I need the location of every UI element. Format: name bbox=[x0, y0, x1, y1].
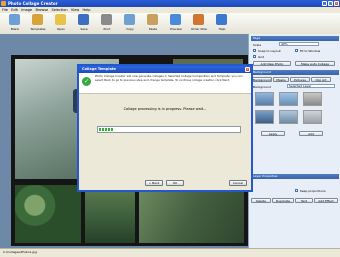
paste-button[interactable]: Paste bbox=[142, 14, 164, 33]
dialog-header: ✓ Photo Collage Creator will now generat… bbox=[79, 73, 251, 94]
background-header: Background bbox=[251, 70, 339, 75]
proportions-label: Keep proportions bbox=[300, 189, 326, 193]
tab-pictures[interactable]: Pictures bbox=[290, 77, 310, 82]
scale-label: Scale bbox=[253, 43, 262, 47]
paste-icon bbox=[147, 14, 158, 25]
grid-checkbox[interactable] bbox=[253, 55, 256, 58]
checkmark-icon: ✓ bbox=[82, 77, 91, 86]
progress-fill bbox=[99, 128, 113, 131]
properties-panel: Page Scale 40% Snap to Layout Fit to Win… bbox=[248, 34, 340, 248]
blank-button[interactable]: Blank bbox=[4, 14, 26, 33]
collage-photo-garden[interactable] bbox=[139, 185, 244, 243]
fit-label: Fit to Window bbox=[300, 49, 321, 53]
duplicate-button[interactable]: Duplicate bbox=[272, 198, 294, 203]
ok-button[interactable]: OK bbox=[166, 180, 184, 186]
text-button[interactable]: Text bbox=[295, 198, 313, 203]
save-icon bbox=[78, 14, 89, 25]
grid-label: Grid bbox=[258, 55, 265, 59]
add-button[interactable]: Add bbox=[299, 131, 323, 136]
maximize-button[interactable]: □ bbox=[328, 1, 333, 6]
bg-thumb[interactable] bbox=[255, 92, 274, 106]
dialog-title: Collage Template bbox=[82, 67, 116, 71]
preview-icon bbox=[170, 14, 181, 25]
delete-button[interactable]: Delete bbox=[251, 198, 271, 203]
templates-button[interactable]: Templates bbox=[27, 14, 49, 33]
layer-header: Layer Properties bbox=[251, 174, 339, 179]
proportions-checkbox[interactable] bbox=[295, 189, 298, 192]
app-icon bbox=[1, 1, 6, 6]
dialog-close-button[interactable]: × bbox=[245, 67, 250, 72]
save-button[interactable]: Save bbox=[73, 14, 95, 33]
status-text: C:\Collages\Photo1.jpg bbox=[3, 250, 37, 254]
copy-icon bbox=[124, 14, 135, 25]
open-button[interactable]: Open bbox=[50, 14, 72, 33]
bg-thumb[interactable] bbox=[303, 110, 322, 124]
collage-photo-lilypads[interactable] bbox=[15, 185, 81, 243]
print-icon bbox=[101, 14, 112, 25]
fill-label: Background bbox=[253, 85, 271, 89]
progress-bar bbox=[97, 126, 241, 133]
collage-photo-frog[interactable] bbox=[85, 185, 135, 243]
page-header: Page bbox=[251, 36, 339, 41]
preview-button[interactable]: Preview bbox=[165, 14, 187, 33]
snap-label: Snap to Layout bbox=[258, 49, 281, 53]
minimize-button[interactable]: _ bbox=[322, 1, 327, 6]
dialog-title-bar: Collage Template × bbox=[79, 66, 251, 73]
close-window-button[interactable]: × bbox=[334, 1, 339, 6]
copy-button[interactable]: Copy bbox=[119, 14, 141, 33]
window-title: Photo Collage Creator bbox=[8, 1, 58, 6]
bg-thumb[interactable] bbox=[279, 110, 298, 124]
print-button[interactable]: Print bbox=[96, 14, 118, 33]
order-cart-icon bbox=[193, 14, 204, 25]
bg-thumb[interactable] bbox=[303, 92, 322, 106]
help-button[interactable]: Help bbox=[211, 14, 233, 33]
apply-button[interactable]: Apply bbox=[261, 131, 285, 136]
dialog-info-text: Photo Collage Creator will now generate … bbox=[95, 74, 243, 82]
templates-icon bbox=[32, 14, 43, 25]
add-effect-button[interactable]: Add Effect bbox=[314, 198, 338, 203]
order-now-button[interactable]: Order Now bbox=[188, 14, 210, 33]
collage-template-dialog: Collage Template × ✓ Photo Collage Creat… bbox=[77, 64, 253, 192]
fit-checkbox[interactable] bbox=[295, 49, 298, 52]
tab-clipart[interactable]: Clip Art bbox=[311, 77, 331, 82]
fill-select[interactable]: Selected Layer bbox=[287, 84, 335, 88]
tab-masks[interactable]: Masks bbox=[273, 77, 289, 82]
tab-background[interactable]: Background bbox=[252, 77, 272, 82]
cancel-button[interactable]: Cancel bbox=[229, 180, 247, 186]
bg-thumb[interactable] bbox=[279, 92, 298, 106]
snap-checkbox[interactable] bbox=[253, 49, 256, 52]
add-photo-button[interactable]: Add New Photo bbox=[253, 61, 291, 66]
toolbar: Blank Templates Open Save Print Copy Pas… bbox=[0, 13, 340, 35]
progress-message: Collage processing is in progress. Pleas… bbox=[123, 107, 207, 111]
help-icon bbox=[216, 14, 227, 25]
title-bar: Photo Collage Creator _ □ × bbox=[0, 0, 340, 7]
make-collage-button[interactable]: Make Auto Collage bbox=[295, 61, 335, 66]
open-folder-icon bbox=[55, 14, 66, 25]
back-button[interactable]: < Back bbox=[145, 180, 163, 186]
bg-thumb[interactable] bbox=[255, 110, 274, 124]
blank-page-icon bbox=[9, 14, 20, 25]
scale-select[interactable]: 40% bbox=[279, 42, 319, 46]
